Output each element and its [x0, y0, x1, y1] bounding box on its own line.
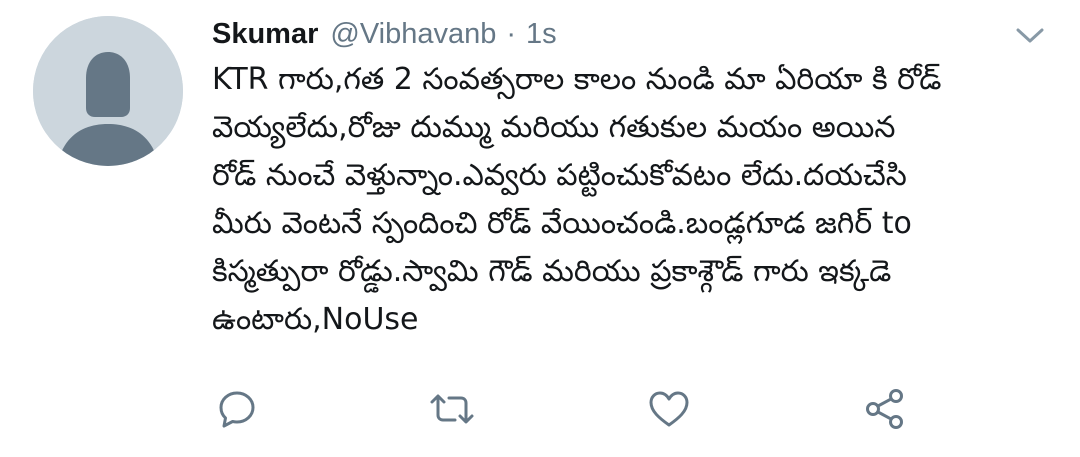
- share-button[interactable]: [860, 384, 910, 434]
- display-name[interactable]: Skumar: [212, 14, 318, 54]
- chevron-down-icon: [1016, 28, 1044, 43]
- tweet-actions: [0, 384, 1080, 434]
- default-avatar-icon: [33, 16, 183, 166]
- retweet-button[interactable]: [427, 384, 477, 434]
- user-handle[interactable]: @Vibhavanb: [330, 14, 496, 54]
- tweet-text-line: KTR గారు,గత 2 సంవత్సరాల కాలం నుండి మా ఏర…: [212, 62, 942, 97]
- tweet-text-line: వెయ్యలేదు,రోజు దుమ్ము మరియు గతుకుల మయం అ…: [212, 110, 896, 145]
- tweet-text-line: రోడ్ నుంచే వెళ్తున్నాం.ఎవ్వరు పట్టించుకో…: [212, 158, 907, 193]
- tweet-text-line: ఉంటారు,NoUse: [212, 302, 419, 337]
- reply-icon: [219, 391, 255, 428]
- avatar[interactable]: [33, 16, 183, 166]
- tweet-text-line: కిస్మత్పురా రోడ్డు.స్వామి గౌడ్ మరియు ప్ర…: [212, 254, 892, 289]
- tweet-text-line: మీరు వెంటనే స్పందించి రోడ్ వేయించండి.బండ…: [212, 206, 912, 241]
- like-button[interactable]: [644, 384, 694, 434]
- share-icon: [866, 389, 903, 429]
- like-icon: [649, 391, 689, 427]
- more-options-button[interactable]: [1012, 20, 1048, 50]
- tweet-header: Skumar @Vibhavanb · 1s: [212, 14, 557, 54]
- tweet-card[interactable]: Skumar @Vibhavanb · 1s KTR గారు,గత 2 సంవ…: [0, 0, 1080, 457]
- tweet-text: KTR గారు,గత 2 సంవత్సరాల కాలం నుండి మా ఏర…: [212, 56, 1052, 344]
- separator-dot: ·: [506, 18, 517, 50]
- retweet-icon: [430, 394, 474, 424]
- timestamp[interactable]: 1s: [526, 14, 557, 54]
- reply-button[interactable]: [212, 384, 262, 434]
